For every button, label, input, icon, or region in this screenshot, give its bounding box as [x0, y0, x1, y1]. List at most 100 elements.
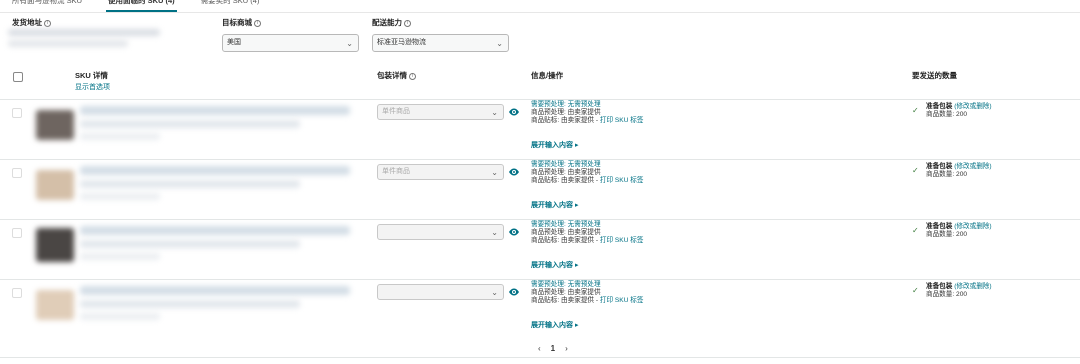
- fulfillment-select[interactable]: 标准亚马逊物流 ⌄: [372, 34, 509, 52]
- sku-details-header: SKU 详情: [75, 71, 108, 80]
- current-page[interactable]: 1: [551, 344, 555, 353]
- prep-required-link[interactable]: 无需预处理: [568, 161, 601, 168]
- checkmark-icon: ✓: [912, 166, 919, 175]
- tab-ready-skus[interactable]: 便用面临的 SKU (4): [106, 0, 177, 12]
- product-title-redacted-2: [80, 240, 300, 248]
- quantity-value: 商品数量: 200: [926, 291, 968, 298]
- tab-all-skus[interactable]: 所有面马逊物流 SKU: [10, 0, 84, 9]
- table-row: ⌄ 需要预处理: 无需预处理 商品预处理: 由卖家提供 商品贴标: 由卖家提供 …: [0, 219, 1080, 278]
- expand-input-link[interactable]: 展开输入内容 ▸: [531, 260, 578, 270]
- quantity-value: 商品数量: 200: [926, 231, 968, 238]
- eye-icon[interactable]: [508, 226, 520, 238]
- quantity-value: 商品数量: 200: [926, 111, 968, 118]
- eye-icon[interactable]: [508, 286, 520, 298]
- prep-by-text: 商品预处理: 由卖家提供: [531, 229, 601, 236]
- product-image-redacted: [36, 228, 74, 262]
- chevron-down-icon: ⌄: [491, 168, 498, 177]
- triangle-right-icon: ▸: [574, 322, 579, 329]
- sku-id-redacted: [80, 193, 160, 200]
- row-checkbox[interactable]: [12, 288, 22, 298]
- select-all-checkbox[interactable]: [13, 72, 23, 82]
- package-type-select[interactable]: ⌄: [377, 284, 504, 300]
- fulfillment-value: 标准亚马逊物流: [377, 39, 426, 46]
- quantity-info: 准备包装 (修改或删除) 商品数量: 200: [926, 223, 992, 239]
- marketplace-select[interactable]: 美国 ⌄: [222, 34, 359, 52]
- prep-required-link[interactable]: 无需预处理: [568, 101, 601, 108]
- prep-required-link[interactable]: 无需预处理: [568, 281, 601, 288]
- chevron-down-icon: ⌄: [346, 39, 353, 48]
- ship-from-label: 发货地址 i: [12, 17, 51, 28]
- table-row: 单件商品 ⌄ 需要预处理: 无需预处理 商品预处理: 由卖家提供 商品贴标: 由…: [0, 159, 1080, 218]
- labeling-text: 商品贴标: 由卖家提供 -: [531, 237, 599, 244]
- print-sku-label-link[interactable]: 打印 SKU 标签: [600, 177, 644, 184]
- quantity-info: 准备包装 (修改或删除) 商品数量: 200: [926, 103, 992, 119]
- package-type-value: 单件商品: [382, 108, 410, 115]
- info-actions-header: 信息/操作: [531, 71, 564, 80]
- print-sku-label-link[interactable]: 打印 SKU 标签: [600, 297, 644, 304]
- prep-required-link[interactable]: 无需预处理: [568, 221, 601, 228]
- package-type-select[interactable]: ⌄: [377, 224, 504, 240]
- expand-input-link[interactable]: 展开输入内容 ▸: [531, 320, 578, 330]
- packing-status: 准备包装: [926, 103, 953, 110]
- ship-from-address-redacted-2: [8, 40, 128, 47]
- edit-or-delete-link[interactable]: (修改或删除): [954, 283, 991, 290]
- prev-page-button[interactable]: ‹: [538, 344, 541, 353]
- product-title-redacted-2: [80, 120, 300, 128]
- table-header: SKU 详情 显示首选项 包装详情 i 信息/操作 要发送的数量: [0, 66, 1080, 96]
- expand-input-link[interactable]: 展开输入内容 ▸: [531, 140, 578, 150]
- product-image-redacted: [36, 170, 74, 200]
- info-icon[interactable]: i: [254, 19, 261, 27]
- next-page-button[interactable]: ›: [565, 344, 568, 353]
- labeling-text: 商品贴标: 由卖家提供 -: [531, 177, 599, 184]
- product-title-redacted-2: [80, 300, 300, 308]
- info-icon[interactable]: i: [44, 19, 51, 27]
- ship-from-address-redacted: [8, 29, 160, 36]
- table-row: 单件商品 ⌄ 需要预处理: 无需预处理 商品预处理: 由卖家提供 商品贴标: 由…: [0, 99, 1080, 158]
- prep-info: 需要预处理: 无需预处理 商品预处理: 由卖家提供 商品贴标: 由卖家提供 - …: [531, 281, 644, 305]
- checkmark-icon: ✓: [912, 226, 919, 235]
- quantity-to-send-header: 要发送的数量: [912, 71, 957, 80]
- prep-required-label: 需要预处理:: [531, 281, 566, 288]
- edit-or-delete-link[interactable]: (修改或删除): [954, 163, 991, 170]
- print-sku-label-link[interactable]: 打印 SKU 标签: [600, 117, 644, 124]
- prep-by-text: 商品预处理: 由卖家提供: [531, 109, 601, 116]
- print-sku-label-link[interactable]: 打印 SKU 标签: [600, 237, 644, 244]
- product-title-redacted: [80, 106, 350, 115]
- package-type-value: 单件商品: [382, 168, 410, 175]
- labeling-text: 商品贴标: 由卖家提供 -: [531, 297, 599, 304]
- quantity-value: 商品数量: 200: [926, 171, 968, 178]
- prep-info: 需要预处理: 无需预处理 商品预处理: 由卖家提供 商品贴标: 由卖家提供 - …: [531, 161, 644, 185]
- tab-needs-attention-skus[interactable]: 需要卖的 SKU (4): [199, 0, 262, 9]
- edit-or-delete-link[interactable]: (修改或删除): [954, 223, 991, 230]
- product-image-redacted: [36, 290, 74, 320]
- eye-icon[interactable]: [508, 106, 520, 118]
- sku-id-redacted: [80, 133, 160, 140]
- row-checkbox[interactable]: [12, 228, 22, 238]
- product-image-redacted: [36, 110, 74, 140]
- triangle-right-icon: ▸: [574, 262, 579, 269]
- row-checkbox[interactable]: [12, 108, 22, 118]
- table-bottom-border: [0, 357, 1080, 358]
- row-checkbox[interactable]: [12, 168, 22, 178]
- tab-bar: 所有面马逊物流 SKU 便用面临的 SKU (4) 需要卖的 SKU (4): [10, 0, 262, 12]
- chevron-down-icon: ⌄: [491, 228, 498, 237]
- info-icon[interactable]: i: [404, 19, 411, 27]
- package-type-select[interactable]: 单件商品 ⌄: [377, 104, 504, 120]
- marketplace-value: 美国: [227, 39, 241, 46]
- expand-input-link[interactable]: 展开输入内容 ▸: [531, 200, 578, 210]
- triangle-right-icon: ▸: [574, 202, 579, 209]
- prep-required-label: 需要预处理:: [531, 161, 566, 168]
- package-type-select[interactable]: 单件商品 ⌄: [377, 164, 504, 180]
- edit-or-delete-link[interactable]: (修改或删除): [954, 103, 991, 110]
- chevron-down-icon: ⌄: [491, 288, 498, 297]
- info-icon[interactable]: i: [409, 72, 416, 80]
- triangle-right-icon: ▸: [574, 142, 579, 149]
- eye-icon[interactable]: [508, 166, 520, 178]
- chevron-down-icon: ⌄: [491, 108, 498, 117]
- sku-id-redacted: [80, 313, 160, 320]
- packing-status: 准备包装: [926, 163, 953, 170]
- product-title-redacted: [80, 166, 350, 175]
- prep-info: 需要预处理: 无需预处理 商品预处理: 由卖家提供 商品贴标: 由卖家提供 - …: [531, 221, 644, 245]
- show-options-link[interactable]: 显示首选项: [75, 82, 110, 92]
- checkmark-icon: ✓: [912, 106, 919, 115]
